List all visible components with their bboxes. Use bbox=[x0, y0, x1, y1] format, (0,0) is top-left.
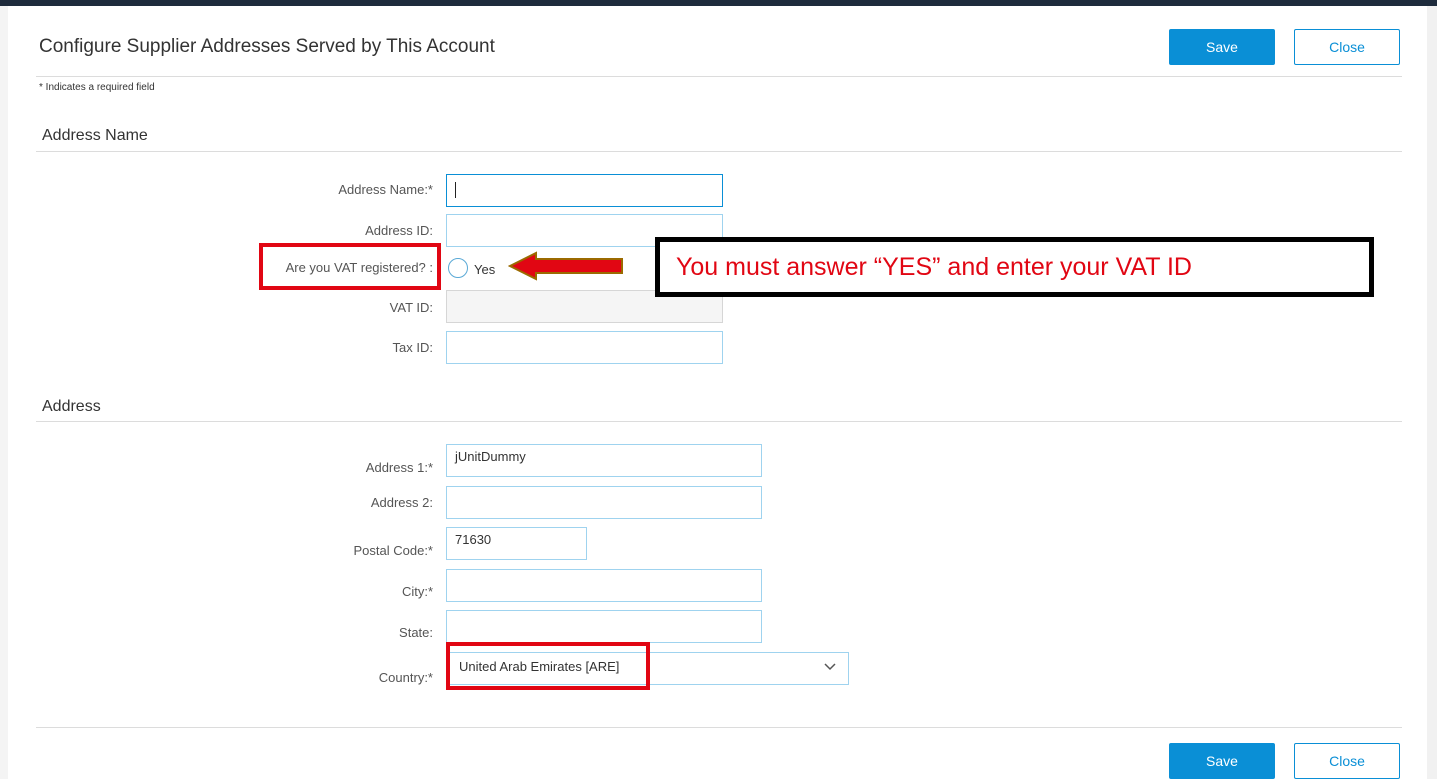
top-bar bbox=[0, 0, 1437, 6]
chevron-down-icon[interactable] bbox=[823, 662, 837, 672]
close-button[interactable]: Close bbox=[1294, 29, 1400, 65]
text-caret bbox=[455, 182, 456, 198]
city-input[interactable] bbox=[446, 569, 762, 602]
save-button[interactable]: Save bbox=[1169, 29, 1275, 65]
required-field-note: * Indicates a required field bbox=[39, 82, 155, 93]
vat-question-highlight bbox=[259, 243, 441, 290]
scrollbar-track[interactable] bbox=[1427, 6, 1437, 779]
state-label: State: bbox=[399, 625, 433, 640]
vat-id-label: VAT ID: bbox=[389, 300, 433, 315]
address1-label: Address 1:* bbox=[365, 460, 433, 475]
annotation-callout: You must answer “YES” and enter your VAT… bbox=[655, 237, 1374, 297]
section-divider bbox=[36, 421, 1402, 422]
postal-code-label: Postal Code:* bbox=[353, 543, 434, 558]
address2-label: Address 2: bbox=[370, 495, 433, 510]
state-input[interactable] bbox=[446, 610, 762, 643]
footer-divider bbox=[36, 727, 1402, 728]
section-title-address: Address bbox=[42, 398, 101, 415]
address1-input[interactable]: jUnitDummy bbox=[446, 444, 762, 477]
tax-id-label: Tax ID: bbox=[392, 340, 433, 355]
footer-save-button[interactable]: Save bbox=[1169, 743, 1275, 779]
arrow-left-icon bbox=[508, 251, 623, 281]
header-divider bbox=[36, 76, 1402, 77]
city-label: City:* bbox=[401, 584, 433, 599]
address-name-label: Address Name:* bbox=[338, 182, 433, 197]
country-label: Country:* bbox=[378, 670, 433, 685]
vat-yes-radio[interactable] bbox=[448, 258, 468, 278]
section-title-address-name: Address Name bbox=[42, 127, 148, 144]
page-title: Configure Supplier Addresses Served by T… bbox=[39, 36, 495, 57]
address-name-input[interactable] bbox=[446, 174, 723, 207]
section-divider bbox=[36, 151, 1402, 152]
address-id-label: Address ID: bbox=[365, 223, 433, 238]
vat-yes-label[interactable]: Yes bbox=[474, 262, 495, 277]
country-highlight bbox=[446, 642, 650, 690]
tax-id-input[interactable] bbox=[446, 331, 723, 364]
left-gutter bbox=[0, 6, 8, 779]
footer-close-button[interactable]: Close bbox=[1294, 743, 1400, 779]
postal-code-input[interactable]: 71630 bbox=[446, 527, 587, 560]
address2-input[interactable] bbox=[446, 486, 762, 519]
